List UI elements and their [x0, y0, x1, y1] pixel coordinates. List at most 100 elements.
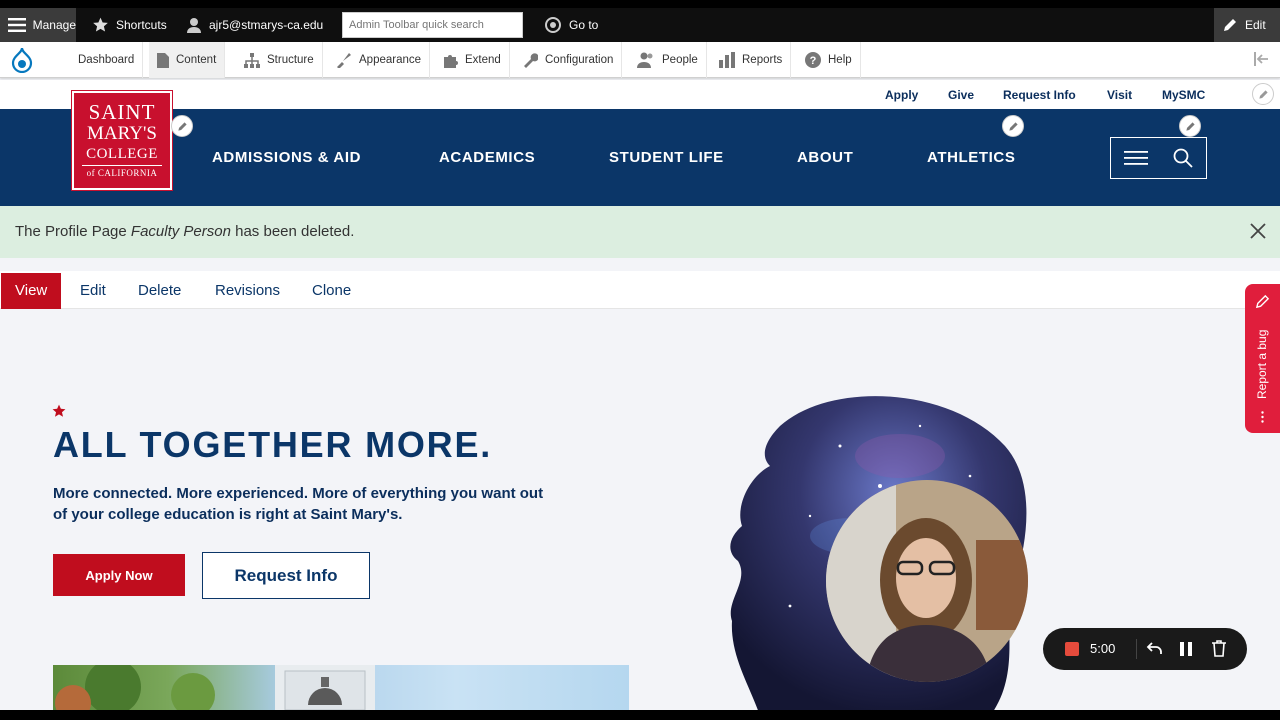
logo-line-california: of CALIFORNIA: [82, 165, 162, 180]
hamburger-icon: [8, 18, 26, 32]
pencil-icon: [1224, 19, 1236, 31]
local-tasks-tabs: View Edit Delete Revisions Clone: [0, 271, 1280, 309]
recording-timer: 5:00: [1090, 641, 1116, 656]
utility-give-link[interactable]: Give: [948, 88, 974, 102]
wrench-icon: [524, 53, 538, 68]
drupal-logo-icon[interactable]: [0, 42, 44, 78]
admin-quick-search-input[interactable]: [342, 12, 523, 38]
menu-extend-label: Extend: [465, 54, 501, 66]
nav-student-life[interactable]: STUDENT LIFE: [609, 149, 724, 166]
edit-label: Edit: [1245, 18, 1266, 32]
goto-label: Go to: [569, 18, 599, 32]
status-deleted-item: Faculty Person: [130, 223, 231, 240]
menu-reports[interactable]: Reports: [711, 42, 792, 78]
edit-pencil-icon: [1255, 294, 1270, 309]
college-logo[interactable]: SAINT MARY'S COLLEGE of CALIFORNIA: [71, 90, 173, 191]
request-info-button[interactable]: Request Info: [202, 552, 370, 599]
site-header: SAINT MARY'S COLLEGE of CALIFORNIA ADMIS…: [0, 90, 1280, 206]
search-icon[interactable]: [1173, 148, 1193, 168]
webcam-overlay: [826, 480, 1028, 682]
menu-dashboard-label: Dashboard: [78, 54, 135, 66]
tab-delete[interactable]: Delete: [124, 273, 195, 309]
bar-chart-icon: [719, 52, 735, 68]
shortcuts-button[interactable]: Shortcuts: [92, 8, 167, 42]
tab-edit[interactable]: Edit: [66, 273, 120, 309]
status-suffix: has been deleted.: [230, 223, 355, 240]
screen-recorder-controls: 5:00: [1043, 628, 1247, 670]
user-account-button[interactable]: ajr5@stmarys-ca.edu: [186, 8, 323, 42]
menu-content[interactable]: Content: [149, 42, 226, 78]
red-star-icon: [52, 404, 66, 423]
collapse-tray-icon[interactable]: [1254, 52, 1270, 71]
manage-button[interactable]: Manage: [0, 8, 76, 42]
stop-recording-icon[interactable]: [1065, 642, 1079, 656]
admin-menu-tray: Dashboard Content Structure Appearance E…: [0, 42, 1280, 78]
menu-icon[interactable]: [1123, 150, 1148, 166]
menu-configuration[interactable]: Configuration: [514, 42, 623, 78]
menu-help-label: Help: [828, 54, 852, 66]
svg-text:?: ?: [810, 55, 817, 67]
status-prefix: The Profile Page: [15, 223, 131, 240]
utility-visit-link[interactable]: Visit: [1107, 88, 1132, 102]
paintbrush-icon: [337, 53, 351, 68]
more-dots-icon: [1261, 411, 1264, 423]
logo-line-saint: SAINT: [88, 100, 156, 124]
nav-admissions-aid[interactable]: ADMISSIONS & AID: [212, 149, 361, 166]
tab-clone[interactable]: Clone: [298, 273, 365, 309]
close-icon[interactable]: [1250, 223, 1266, 243]
menu-dashboard[interactable]: Dashboard: [70, 42, 144, 78]
people-icon: [637, 52, 653, 68]
menu-people[interactable]: People: [629, 42, 707, 78]
status-message: The Profile Page Faculty Person has been…: [0, 206, 1280, 258]
logo-line-marys: MARY'S: [87, 123, 157, 144]
sitemap-icon: [244, 52, 260, 68]
campus-photo: [53, 665, 629, 710]
logo-line-college: COLLEGE: [86, 146, 158, 162]
apply-now-button[interactable]: Apply Now: [53, 554, 185, 596]
pause-icon[interactable]: [1180, 642, 1192, 656]
edit-utility-pencil-icon[interactable]: [1252, 83, 1274, 105]
menu-appearance[interactable]: Appearance: [328, 42, 431, 78]
hero-headline: ALL TOGETHER MORE.: [53, 424, 493, 465]
edit-logo-pencil-icon[interactable]: [171, 115, 193, 137]
utility-apply-link[interactable]: Apply: [885, 88, 918, 102]
document-icon: [157, 52, 169, 68]
menu-search-box: [1110, 137, 1207, 179]
edit-search-pencil-icon[interactable]: [1179, 115, 1201, 137]
undo-icon[interactable]: [1146, 641, 1163, 656]
help-icon: ?: [805, 52, 821, 68]
person-icon: [187, 18, 201, 33]
report-bug-tab[interactable]: Report a bug: [1245, 284, 1280, 433]
menu-extend[interactable]: Extend: [434, 42, 510, 78]
goto-button[interactable]: Go to: [544, 8, 598, 42]
user-email: ajr5@stmarys-ca.edu: [209, 18, 324, 32]
goto-search-icon: [545, 17, 561, 33]
nav-about[interactable]: ABOUT: [797, 149, 853, 166]
tab-revisions[interactable]: Revisions: [201, 273, 294, 309]
utility-request-info-link[interactable]: Request Info: [1003, 88, 1076, 102]
browser-viewport: Manage Shortcuts ajr5@stmarys-ca.edu Go …: [0, 8, 1280, 710]
menu-structure[interactable]: Structure: [236, 42, 323, 78]
nav-athletics[interactable]: ATHLETICS: [927, 149, 1015, 166]
nav-academics[interactable]: ACADEMICS: [439, 149, 535, 166]
menu-people-label: People: [662, 54, 698, 66]
menu-configuration-label: Configuration: [545, 54, 614, 66]
star-icon: [93, 17, 108, 32]
trash-icon[interactable]: [1212, 640, 1226, 657]
hero-subtext: More connected. More experienced. More o…: [53, 485, 544, 523]
puzzle-icon: [444, 55, 458, 68]
menu-appearance-label: Appearance: [359, 54, 422, 66]
manage-label: Manage: [32, 18, 76, 32]
edit-nav-pencil-icon[interactable]: [1002, 115, 1024, 137]
edit-mode-button[interactable]: Edit: [1214, 8, 1280, 42]
utility-mysmc-link[interactable]: MySMC: [1162, 88, 1205, 102]
tab-view[interactable]: View: [1, 273, 62, 309]
menu-structure-label: Structure: [267, 54, 314, 66]
utility-nav: Apply Give Request Info Visit MySMC: [0, 80, 1280, 109]
menu-help[interactable]: ? Help: [797, 42, 861, 78]
report-bug-label: Report a bug: [1255, 329, 1269, 399]
menu-reports-label: Reports: [742, 54, 783, 66]
admin-toolbar: Manage Shortcuts ajr5@stmarys-ca.edu Go …: [0, 8, 1280, 42]
shortcuts-label: Shortcuts: [116, 18, 167, 32]
menu-content-label: Content: [176, 54, 217, 66]
